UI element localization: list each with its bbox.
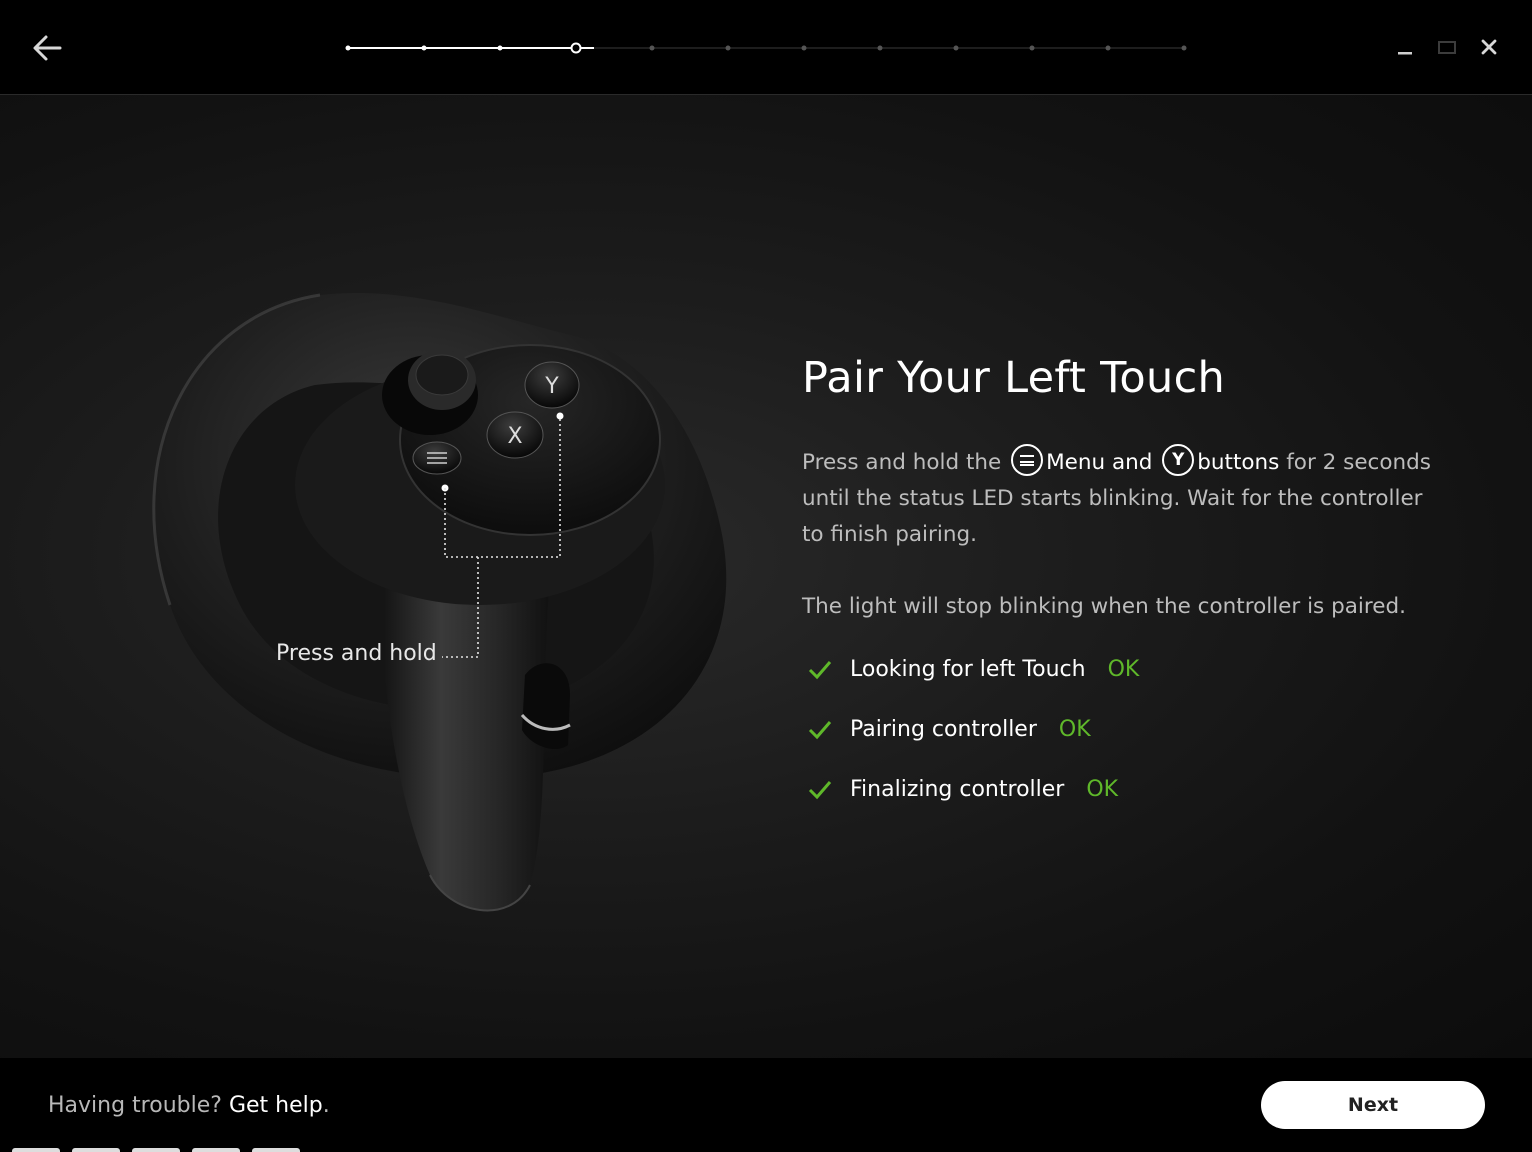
- status-item: Looking for left Touch OK: [802, 639, 1442, 699]
- taskbar-tab: [72, 1148, 120, 1152]
- page-title: Pair Your Left Touch: [802, 353, 1226, 403]
- checkmark-icon: [808, 661, 832, 680]
- status-label: Finalizing controller: [850, 776, 1065, 802]
- menu-icon: [1011, 444, 1044, 476]
- maximize-icon: [1438, 41, 1456, 54]
- and-word: and: [1111, 450, 1153, 475]
- help-prefix: Having trouble?: [48, 1093, 222, 1118]
- menu-word: Menu: [1046, 450, 1106, 475]
- status-ok-badge: OK: [1058, 716, 1091, 742]
- taskbar-strip: [0, 1146, 320, 1152]
- footer-bar: Having trouble? Get help. Next: [0, 1058, 1532, 1152]
- touch-controller-illustration: Y X: [152, 293, 727, 912]
- progress-step-done: [345, 45, 351, 51]
- instructions-panel: Pair Your Left Touch Press and hold the …: [802, 353, 1442, 819]
- pairing-status-list: Looking for left Touch OK Pairing contro…: [802, 639, 1442, 819]
- help-text: Having trouble? Get help.: [48, 1093, 330, 1118]
- progress-step-pending: [725, 45, 731, 51]
- progress-step-done: [421, 45, 427, 51]
- top-bar: [0, 0, 1532, 95]
- y-button-icon: Y: [1162, 444, 1195, 476]
- next-button[interactable]: Next: [1261, 1081, 1485, 1129]
- status-label: Pairing controller: [850, 716, 1037, 742]
- help-suffix: .: [322, 1093, 330, 1118]
- taskbar-tab: [192, 1148, 240, 1152]
- close-button[interactable]: [1476, 34, 1502, 60]
- instruction-text: Press and hold the Menu and Ybuttons for…: [802, 444, 1442, 553]
- instruction-part1: Press and hold the: [802, 450, 1002, 475]
- status-item: Finalizing controller OK: [802, 759, 1442, 819]
- main-panel: Y X Press and hold Pair Your Left Touch …: [0, 95, 1532, 1058]
- progress-step-pending: [1181, 45, 1187, 51]
- progress-step-pending: [953, 45, 959, 51]
- note-text: The light will stop blinking when the co…: [802, 594, 1406, 619]
- taskbar-tab: [12, 1148, 60, 1152]
- checkmark-icon: [808, 721, 832, 740]
- taskbar-tab: [252, 1148, 300, 1152]
- checkmark-icon: [808, 781, 832, 800]
- maximize-button[interactable]: [1434, 34, 1460, 60]
- status-item: Pairing controller OK: [802, 699, 1442, 759]
- buttons-word: buttons: [1197, 450, 1280, 475]
- taskbar-tab: [132, 1148, 180, 1152]
- status-ok-badge: OK: [1086, 776, 1119, 802]
- minimize-icon: [1398, 52, 1412, 55]
- progress-step-pending: [801, 45, 807, 51]
- progress-step-done: [497, 45, 503, 51]
- progress-step-current: [570, 42, 582, 54]
- get-help-link[interactable]: Get help: [229, 1093, 323, 1118]
- back-button[interactable]: [28, 28, 68, 68]
- arrow-left-icon: [33, 35, 62, 61]
- progress-step-pending: [1105, 45, 1111, 51]
- callout-label: Press and hold: [276, 641, 437, 666]
- setup-progress-indicator: [345, 42, 1187, 54]
- minimize-button[interactable]: [1392, 34, 1418, 60]
- svg-text:X: X: [507, 424, 522, 449]
- svg-text:Y: Y: [544, 374, 559, 399]
- close-icon: [1481, 39, 1497, 55]
- progress-step-pending: [877, 45, 883, 51]
- status-ok-badge: OK: [1107, 656, 1140, 682]
- progress-step-pending: [649, 45, 655, 51]
- progress-step-pending: [1029, 45, 1035, 51]
- status-label: Looking for left Touch: [850, 656, 1086, 682]
